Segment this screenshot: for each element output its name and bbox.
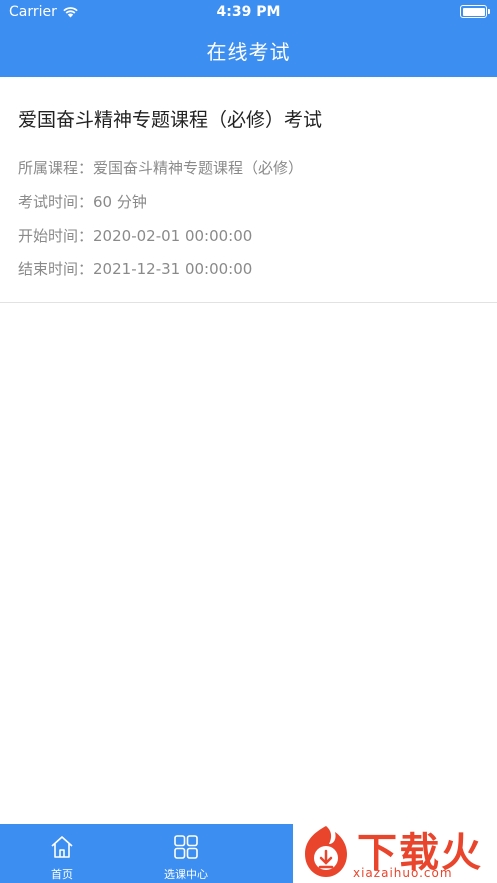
end-time-label: 结束时间： [18, 260, 94, 278]
tab-course-center[interactable]: 选课中心 [124, 824, 248, 883]
watermark-url: xiazaihuo.com [353, 866, 453, 880]
header: Carrier 4:39 PM 在线考试 [0, 0, 497, 77]
end-time-value: 2021-12-31 00:00:00 [93, 260, 253, 278]
page-title: 在线考试 [206, 40, 291, 64]
start-time-row: 开始时间：2020-02-01 00:00:00 [18, 225, 252, 246]
grid-icon [174, 835, 198, 859]
status-bar: Carrier 4:39 PM [0, 0, 497, 26]
home-icon [51, 836, 73, 858]
duration-label: 考试时间： [18, 193, 94, 211]
exam-card[interactable]: 爱国奋斗精神专题课程（必修）考试 所属课程：爱国奋斗精神专题课程（必修） 考试时… [0, 77, 497, 303]
tab-home-label: 首页 [51, 868, 73, 881]
course-label: 所属课程： [18, 159, 94, 177]
course-value: 爱国奋斗精神专题课程（必修） [93, 159, 304, 177]
start-time-label: 开始时间： [18, 227, 94, 245]
duration-value: 60 分钟 [93, 193, 147, 211]
watermark-logo-icon [305, 826, 347, 877]
exam-title: 爱国奋斗精神专题课程（必修）考试 [18, 109, 323, 131]
watermark: 下载火 xiazaihuo.com [293, 820, 497, 883]
tab-home[interactable]: 首页 [0, 824, 124, 883]
tab-course-center-label: 选课中心 [164, 868, 208, 881]
course-row: 所属课程：爱国奋斗精神专题课程（必修） [18, 157, 303, 178]
duration-row: 考试时间：60 分钟 [18, 191, 147, 212]
battery-icon [460, 5, 490, 18]
start-time-value: 2020-02-01 00:00:00 [93, 227, 253, 245]
end-time-row: 结束时间：2021-12-31 00:00:00 [18, 258, 252, 279]
status-time: 4:39 PM [216, 4, 281, 20]
